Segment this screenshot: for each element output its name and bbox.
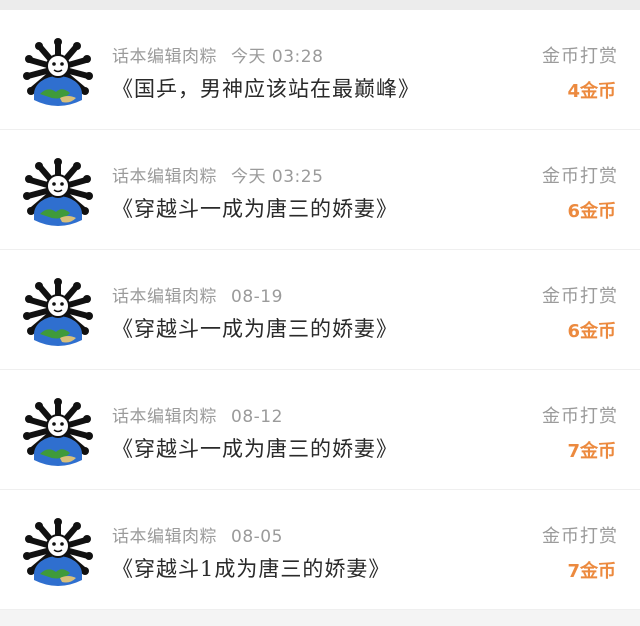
book-title[interactable]: 《穿越斗一成为唐三的娇妻》	[112, 193, 398, 223]
earth-bones-avatar-icon[interactable]	[22, 518, 94, 590]
earth-bones-avatar-icon[interactable]	[22, 398, 94, 470]
earth-bones-avatar-icon[interactable]	[22, 158, 94, 230]
reward-list-item[interactable]: 话本编辑肉粽 今天 03:28 《国乒，男神应该站在最巅峰》 金币打赏 4金币	[0, 10, 640, 130]
book-title[interactable]: 《穿越斗一成为唐三的娇妻》	[112, 433, 398, 463]
reward-amount: 6金币	[567, 321, 616, 342]
username[interactable]: 话本编辑肉粽	[112, 527, 217, 547]
reward-list-item[interactable]: 话本编辑肉粽 08-05 《穿越斗1成为唐三的娇妻》 金币打赏 7金币	[0, 490, 640, 610]
reward-type: 金币打赏	[542, 166, 618, 187]
username[interactable]: 话本编辑肉粽	[112, 47, 217, 67]
reward-amount: 7金币	[567, 441, 616, 462]
reward-amount: 7金币	[567, 561, 616, 582]
book-title[interactable]: 《穿越斗1成为唐三的娇妻》	[112, 553, 390, 583]
reward-time: 08-12	[231, 407, 283, 427]
reward-list-item[interactable]: 话本编辑肉粽 08-12 《穿越斗一成为唐三的娇妻》 金币打赏 7金币	[0, 370, 640, 490]
username[interactable]: 话本编辑肉粽	[112, 167, 217, 187]
reward-amount: 4金币	[567, 81, 616, 102]
bottom-spacer	[0, 610, 640, 624]
book-title[interactable]: 《穿越斗一成为唐三的娇妻》	[112, 313, 398, 343]
reward-time: 今天 03:28	[231, 47, 324, 67]
reward-type: 金币打赏	[542, 286, 618, 307]
reward-list-item[interactable]: 话本编辑肉粽 08-19 《穿越斗一成为唐三的娇妻》 金币打赏 6金币	[0, 250, 640, 370]
reward-meta: 话本编辑肉粽 08-05	[112, 522, 283, 547]
reward-meta: 话本编辑肉粽 08-19	[112, 282, 283, 307]
reward-time: 今天 03:25	[231, 167, 324, 187]
reward-meta: 话本编辑肉粽 今天 03:28	[112, 42, 323, 67]
reward-list: 话本编辑肉粽今天 03:28 《国乒，男神应该站在最巅峰》 金币打赏 4金币	[0, 10, 640, 610]
reward-meta: 话本编辑肉粽 08-12	[112, 402, 283, 427]
earth-bones-avatar-icon[interactable]	[22, 38, 94, 110]
reward-amount: 6金币	[567, 201, 616, 222]
reward-type: 金币打赏	[542, 526, 618, 547]
reward-list-item[interactable]: 话本编辑肉粽 今天 03:25 《穿越斗一成为唐三的娇妻》 金币打赏 6金币	[0, 130, 640, 250]
username[interactable]: 话本编辑肉粽	[112, 407, 217, 427]
reward-meta: 话本编辑肉粽 今天 03:25	[112, 162, 323, 187]
top-divider	[0, 0, 640, 10]
reward-time: 08-19	[231, 287, 283, 307]
reward-time: 08-05	[231, 527, 283, 547]
reward-type: 金币打赏	[542, 46, 618, 67]
username[interactable]: 话本编辑肉粽	[112, 287, 217, 307]
earth-bones-avatar-icon[interactable]	[22, 278, 94, 350]
book-title[interactable]: 《国乒，男神应该站在最巅峰》	[112, 73, 420, 103]
reward-type: 金币打赏	[542, 406, 618, 427]
